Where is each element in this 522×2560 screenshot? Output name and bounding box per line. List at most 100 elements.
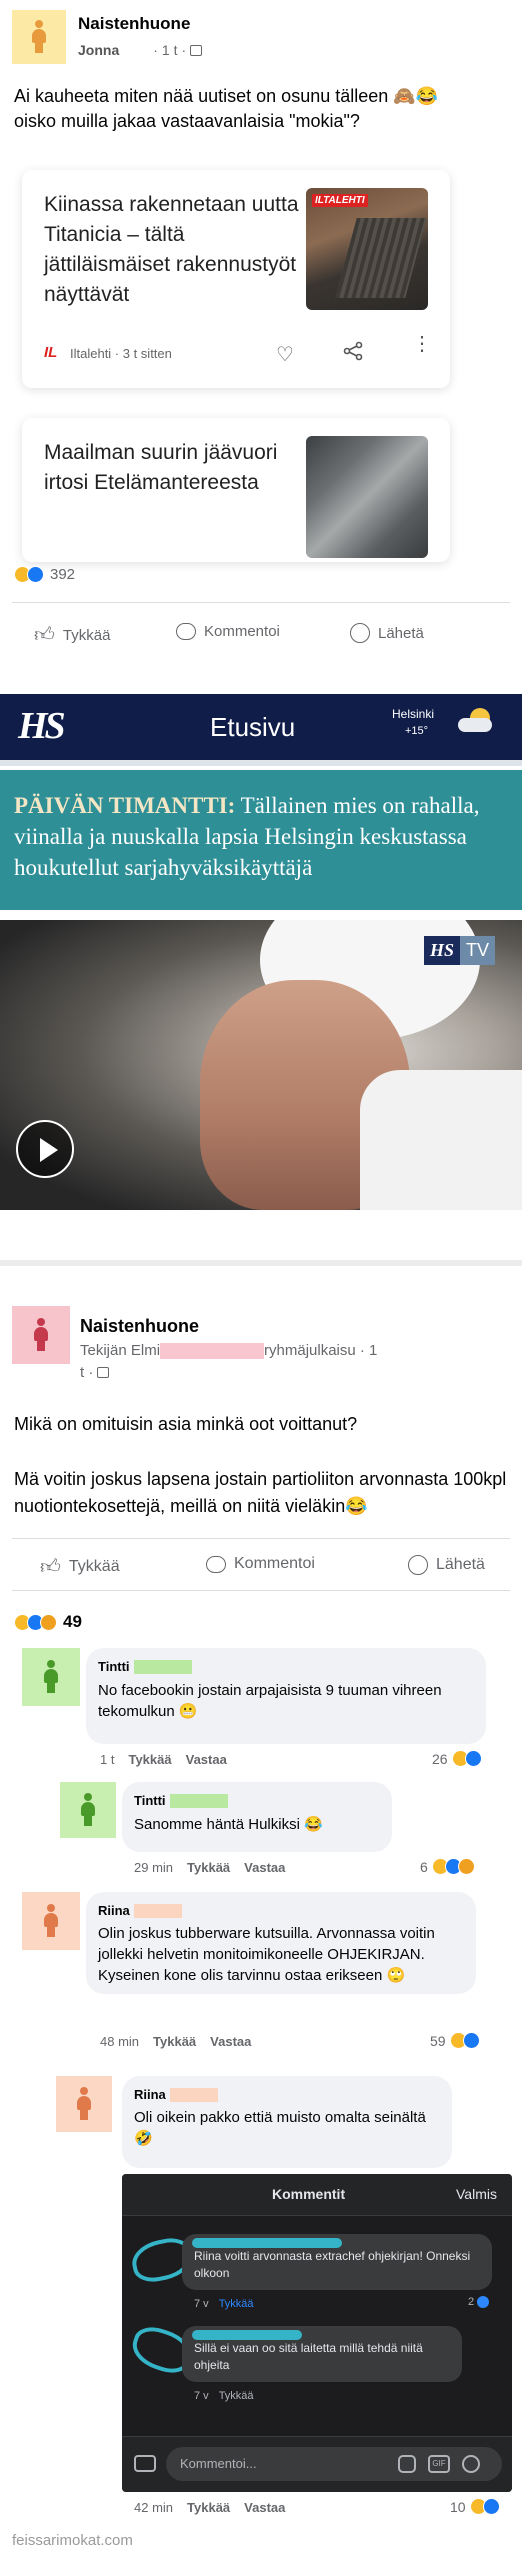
commenter-name[interactable]: Riina	[134, 2084, 166, 2105]
headline-banner[interactable]: PÄIVÄN TIMANTTI: Tällainen mies on rahal…	[0, 770, 522, 910]
video-thumbnail[interactable]: HS TV	[0, 920, 522, 1210]
person-icon	[30, 20, 48, 54]
reaction-summary[interactable]: 49	[14, 1612, 82, 1632]
comment-button[interactable]: Kommentoi	[176, 623, 280, 640]
comment-reply-link[interactable]: Vastaa	[244, 1860, 285, 1875]
commenter-name[interactable]: Tintti	[134, 1790, 166, 1811]
comment-like-link[interactable]: Tykkää	[153, 2034, 196, 2049]
group-avatar[interactable]	[12, 1306, 70, 1364]
post-question: Mikä on omituisin asia minkä oot voittan…	[14, 1414, 358, 1434]
embedded-comments-screenshot: Kommentit Valmis Riina voitti arvonnasta…	[122, 2174, 512, 2492]
comment-bubble[interactable]: Riina Oli oikein pakko ettiä muisto omal…	[122, 2076, 452, 2168]
comment-reactions[interactable]: 6	[420, 1858, 475, 1875]
link-card-iceberg[interactable]: Maailman suurin jäävuori irtosi Eteläman…	[22, 418, 450, 562]
comment-bubble[interactable]: Riina Olin joskus tubberware kutsuilla. …	[86, 1892, 476, 1994]
sun-cloud-icon	[456, 708, 496, 738]
commenter-avatar[interactable]	[22, 1648, 80, 1706]
dark-comment-text: Riina voitti arvonnasta extrachef ohjeki…	[194, 2249, 471, 2280]
like-button[interactable]: 👍︎ Tykkää	[34, 623, 110, 647]
redacted-name	[169, 1793, 228, 1808]
dark-title: Kommentit	[272, 2186, 346, 2202]
commenter-avatar[interactable]	[22, 1892, 80, 1950]
emoji-icon[interactable]	[462, 2455, 480, 2473]
person-icon	[32, 1318, 50, 1352]
gif-icon[interactable]: GIF	[428, 2455, 450, 2473]
post-author[interactable]: Jonna	[78, 42, 119, 58]
reaction-count: 10	[450, 2498, 466, 2515]
commenter-avatar[interactable]	[56, 2076, 112, 2132]
post-author[interactable]: Tekijän Elmi	[80, 1342, 160, 1359]
divider	[12, 1538, 510, 1539]
divider	[12, 602, 510, 603]
send-button[interactable]: Lähetä	[408, 1555, 485, 1575]
like-button[interactable]: 👍︎ Tykkää	[40, 1555, 120, 1579]
share-icon[interactable]	[342, 340, 364, 362]
comment-reply-link[interactable]: Vastaa	[244, 2500, 285, 2515]
comment-reactions[interactable]: 10	[450, 2498, 500, 2515]
reaction-summary[interactable]: 392	[14, 566, 75, 583]
reaction-count: 6	[420, 1858, 428, 1875]
link-title: Maailman suurin jäävuori irtosi Eteläman…	[44, 441, 278, 494]
heart-icon[interactable]: ♡	[276, 342, 294, 367]
watermark: feissarimokat.com	[12, 2532, 133, 2549]
hs-page-title: Etusivu	[210, 712, 296, 742]
comment-time: 48 min	[100, 2034, 140, 2049]
comment-button[interactable]: Kommentoi	[206, 1555, 315, 1573]
comment-meta: 48 min Tykkää Vastaa	[100, 2034, 251, 2049]
weather-city: Helsinki	[392, 707, 435, 721]
sticker-icon[interactable]	[398, 2455, 416, 2473]
reaction-count: 392	[50, 566, 76, 583]
section-divider	[0, 1260, 522, 1266]
hs-tv-logo: HS	[424, 936, 461, 965]
send-button[interactable]: Lähetä	[350, 623, 424, 643]
redacted-name	[133, 1903, 182, 1918]
comment-like-link[interactable]: Tykkää	[128, 1752, 171, 1767]
post-text: Ai kauheeta miten nää uutiset on osunu t…	[14, 86, 439, 131]
post-meta: Jonna · 1 t ·	[78, 42, 203, 58]
hs-tv-label: TV	[460, 936, 496, 965]
reaction-icons	[469, 2498, 500, 2515]
post-time: t ·	[80, 1364, 110, 1381]
dark-like-link[interactable]: Tykkää	[219, 2390, 254, 2402]
link-source: Iltalehti · 3 t sitten	[70, 346, 172, 361]
group-avatar[interactable]	[12, 10, 66, 64]
play-button[interactable]	[16, 1120, 74, 1178]
comment-like-link[interactable]: Tykkää	[187, 1860, 230, 1875]
dark-like-link[interactable]: Tykkää	[219, 2298, 254, 2310]
reaction-icons	[14, 1613, 57, 1631]
more-options-icon[interactable]: ⋮	[412, 334, 432, 354]
reaction-count: 49	[63, 1612, 82, 1631]
comment-reactions[interactable]: 59	[430, 2032, 480, 2049]
commenter-avatar[interactable]	[60, 1782, 116, 1838]
comment-meta: 42 min Tykkää Vastaa	[134, 2500, 285, 2515]
comment-reply-link[interactable]: Vastaa	[186, 1752, 227, 1767]
comment-reactions[interactable]: 26	[432, 1750, 482, 1767]
camera-icon[interactable]	[134, 2455, 156, 2472]
commenter-name[interactable]: Tintti	[98, 1656, 130, 1677]
thumbs-up-icon: 👍︎	[34, 624, 55, 646]
weather-temp: +15°	[405, 725, 429, 737]
comment-icon	[176, 623, 196, 640]
dark-scribble	[192, 2330, 302, 2340]
dark-comment-input[interactable]: Kommentoi... GIF	[166, 2447, 502, 2481]
redacted-name	[160, 1342, 265, 1359]
hs-tv-badge: HS TV	[424, 936, 496, 965]
play-icon	[40, 1138, 58, 1162]
comment-reply-link[interactable]: Vastaa	[210, 2034, 251, 2049]
reaction-icons	[14, 566, 44, 583]
dark-comment-2: Sillä ei vaan oo sitä laitetta millä teh…	[127, 2321, 502, 2406]
dark-meta: 7 v Tykkää	[194, 2298, 254, 2310]
comment-like-link[interactable]: Tykkää	[187, 2500, 230, 2515]
person-icon	[75, 2087, 93, 2121]
comment-bubble[interactable]: Tintti Sanomme häntä Hulkiksi 😂	[122, 1782, 392, 1852]
hs-logo[interactable]: HS	[18, 704, 66, 748]
redacted-name	[169, 2087, 218, 2102]
reaction-icons	[449, 2032, 480, 2049]
group-name[interactable]: Naistenhuone	[78, 14, 190, 34]
done-button[interactable]: Valmis	[456, 2186, 497, 2202]
group-name[interactable]: Naistenhuone	[80, 1316, 199, 1337]
commenter-name[interactable]: Riina	[98, 1900, 130, 1921]
reaction-icons	[451, 1750, 482, 1767]
comment-bubble[interactable]: Tintti No facebookin jostain arpajaisist…	[86, 1648, 486, 1744]
link-card-titanic[interactable]: Kiinassa rakennetaan uutta Titanicia – t…	[22, 170, 450, 388]
